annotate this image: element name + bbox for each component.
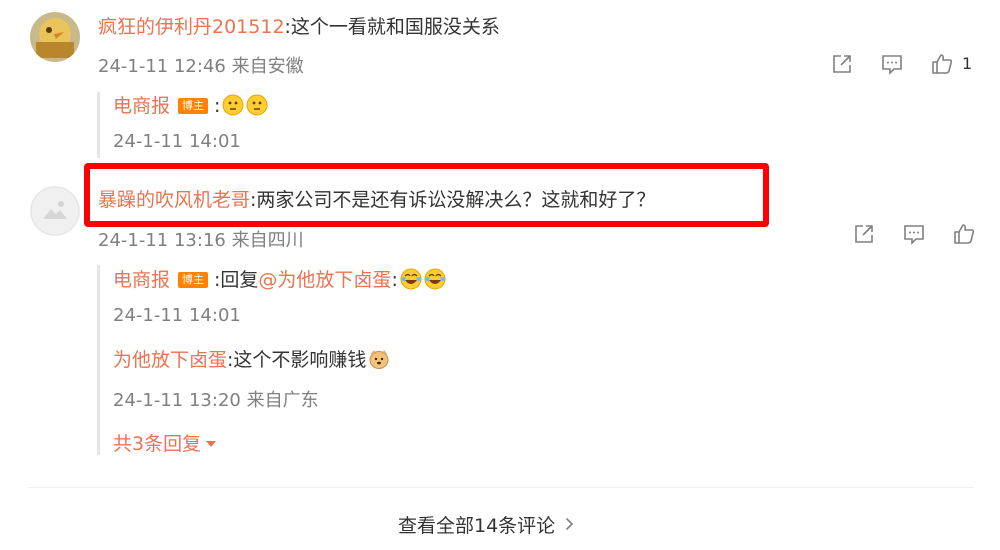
reply-username[interactable]: 电商报 [113,95,170,117]
comment-meta: 24-1-11 12:46 来自安徽 [98,56,304,77]
thinking-emoji-icon [246,94,268,116]
like-icon[interactable] [929,51,955,77]
reply-line: 为他放下卤蛋:这个不影响赚钱 [113,347,390,373]
laughing-emoji-icon [400,268,422,290]
comment-icon[interactable] [901,221,927,247]
avatar[interactable] [30,186,80,236]
reply-line: 电商报 博主: [113,93,268,119]
comment-line: 暴躁的吹风机老哥:两家公司不是还有诉讼没解决么？这就和好了？ [98,187,655,213]
author-badge: 博主 [178,98,209,114]
like-icon[interactable] [951,221,977,247]
view-all-label[interactable]: 查看全部14条评论 [398,515,555,537]
reply-line: 电商报 博主 :回复@为他放下卤蛋: [113,267,446,293]
view-all-comments-link[interactable]: 查看全部14条评论 [398,511,574,538]
repost-icon[interactable] [851,221,877,247]
reply-meta: 24-1-11 13:20 来自广东 [113,390,319,411]
comment-username[interactable]: 疯狂的伊利丹201512 [98,16,285,38]
reply-text: :回复 [214,269,259,291]
reply-meta: 24-1-11 14:01 [113,305,241,326]
reply-divider [97,265,100,455]
comment-meta: 24-1-11 13:16 来自四川 [98,230,304,251]
section-divider [28,487,974,488]
reply-username[interactable]: 电商报 [113,269,170,291]
like-count: 1 [962,54,973,73]
more-replies-link[interactable]: 共3条回复 [113,429,217,457]
author-badge: 博主 [178,272,209,288]
comment-text: :两家公司不是还有诉讼没解决么？这就和好了？ [250,189,656,211]
laughing-emoji-icon [424,268,446,290]
more-replies-label[interactable]: 共3条回复 [113,433,201,455]
reply-text: :这个不影响赚钱 [227,349,367,371]
comment-username[interactable]: 暴躁的吹风机老哥 [98,189,250,211]
comment-text: :这个一看就和国服没关系 [284,16,500,38]
comment-line: 疯狂的伊利丹201512:这个一看就和国服没关系 [98,14,500,40]
doge-emoji-icon [368,348,390,370]
avatar[interactable] [30,12,80,62]
comment-icon[interactable] [879,51,905,77]
reply-meta: 24-1-11 14:01 [113,131,241,152]
reply-text-after: : [391,269,398,291]
thinking-emoji-icon [222,94,244,116]
chevron-right-icon [565,514,574,536]
caret-down-icon [205,429,217,455]
reply-username[interactable]: 为他放下卤蛋 [113,349,227,371]
repost-icon[interactable] [829,51,855,77]
mention-link[interactable]: @为他放下卤蛋 [258,269,391,291]
reply-text: : [214,95,221,117]
reply-divider [97,92,100,158]
